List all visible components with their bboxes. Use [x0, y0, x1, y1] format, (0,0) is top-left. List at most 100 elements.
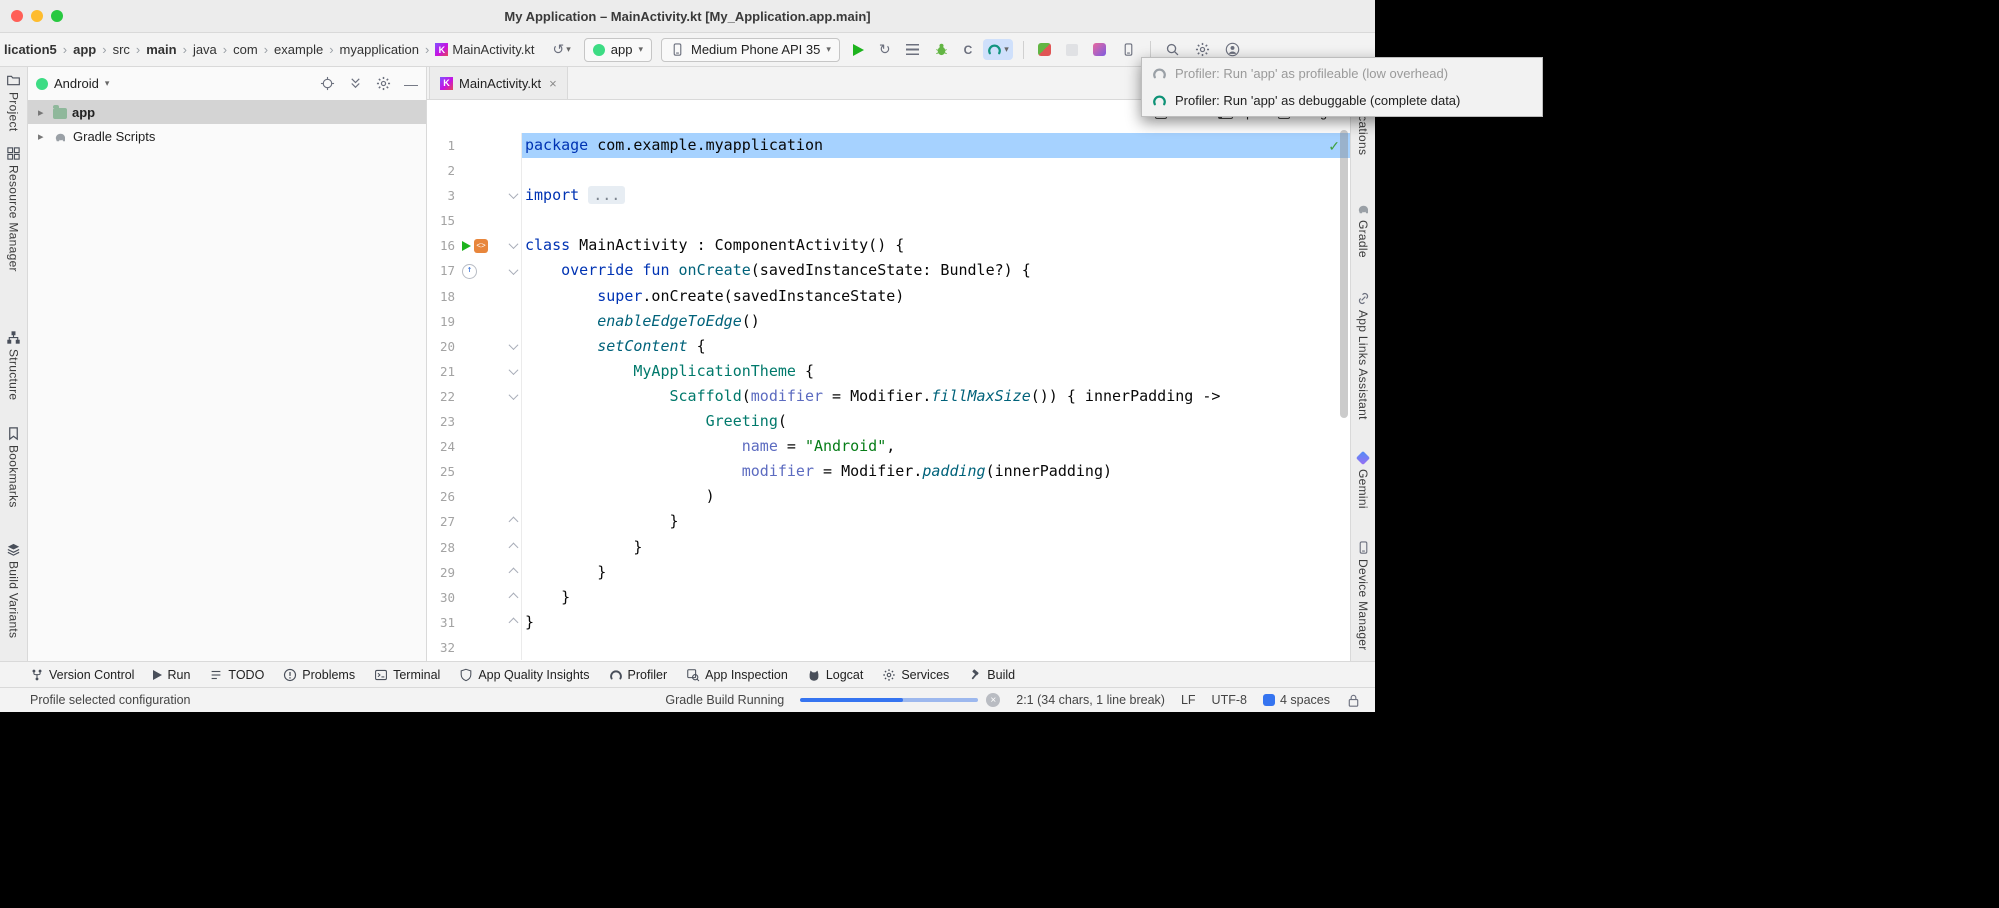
tool-stripe-gradle[interactable]: Gradle	[1356, 201, 1371, 258]
code-text[interactable]: Greeting(	[522, 409, 1350, 434]
tool-window-button-todo[interactable]: TODO	[209, 668, 264, 682]
tool-stripe-bookmarks[interactable]: Bookmarks	[6, 426, 21, 508]
rerun-button[interactable]: ↻	[875, 38, 895, 61]
profiler-menu-item-profileable[interactable]: Profiler: Run 'app' as profileable (low …	[1142, 60, 1542, 87]
breadcrumb-item-myapplication[interactable]: myapplication	[338, 41, 422, 58]
fold-marker-icon[interactable]	[509, 365, 519, 375]
tool-stripe-device-manager[interactable]: Device Manager	[1356, 540, 1371, 651]
breadcrumb-item-src[interactable]: src	[111, 41, 132, 58]
breadcrumb-item-example[interactable]: example	[272, 41, 325, 58]
fold-marker-icon[interactable]	[509, 542, 519, 552]
code-text[interactable]: )	[522, 484, 1350, 509]
breadcrumb-item-mainactivity-kt[interactable]: KMainActivity.kt	[433, 41, 536, 58]
code-text[interactable]: }	[522, 585, 1350, 610]
device-select[interactable]: Medium Phone API 35 ▾	[661, 38, 840, 62]
tool-stripe-project[interactable]: Project	[6, 73, 21, 131]
panel-settings-button[interactable]	[376, 76, 391, 91]
hide-panel-button[interactable]: —	[404, 76, 418, 92]
expand-chevron-icon[interactable]: ▸	[38, 130, 48, 143]
tool-stripe-resource-manager[interactable]: Resource Manager	[6, 146, 21, 272]
tab-mainactivity[interactable]: K MainActivity.kt ×	[429, 67, 568, 99]
run-line-icon[interactable]	[462, 241, 471, 251]
editor-scrollbar[interactable]	[1340, 130, 1348, 418]
code-text[interactable]: package com.example.myapplication	[522, 133, 1350, 158]
debug-button[interactable]	[930, 39, 953, 60]
fold-marker-icon[interactable]	[509, 340, 519, 350]
code-text[interactable]: }	[522, 509, 1350, 534]
code-text[interactable]: super.onCreate(savedInstanceState)	[522, 284, 1350, 309]
code-text[interactable]: MyApplicationTheme {	[522, 359, 1350, 384]
tool-window-button-problems[interactable]: Problems	[283, 668, 355, 682]
encoding-widget[interactable]: UTF-8	[1212, 693, 1247, 707]
running-devices-button[interactable]	[1117, 39, 1140, 60]
fold-marker-icon[interactable]	[509, 517, 519, 527]
tool-window-button-app-quality-insights[interactable]: App Quality Insights	[459, 668, 589, 682]
code-text[interactable]: }	[522, 610, 1350, 635]
tool-stripe-structure[interactable]: Structure	[6, 330, 21, 400]
fold-marker-icon[interactable]	[509, 390, 519, 400]
fold-marker-icon[interactable]	[509, 189, 519, 199]
code-text[interactable]: modifier = Modifier.padding(innerPadding…	[522, 459, 1350, 484]
compose-preview-icon[interactable]: <>	[474, 239, 488, 253]
breadcrumb-item-java[interactable]: java	[191, 41, 219, 58]
fold-marker-icon[interactable]	[509, 617, 519, 627]
minimize-window-button[interactable]	[31, 10, 43, 22]
close-tab-icon[interactable]: ×	[549, 76, 557, 91]
layout-inspector-button[interactable]	[1089, 40, 1110, 59]
fold-marker-icon[interactable]	[509, 567, 519, 577]
override-method-icon[interactable]: ↑	[462, 264, 477, 279]
code-text[interactable]	[522, 635, 1350, 660]
profiler-button[interactable]: ▾	[983, 39, 1013, 60]
tool-stripe-gemini[interactable]: Gemini	[1356, 451, 1370, 509]
code-text[interactable]	[522, 208, 1350, 233]
sync-button[interactable]: ↺▾	[548, 38, 574, 61]
cancel-build-icon[interactable]: ×	[986, 693, 1000, 707]
zoom-window-button[interactable]	[51, 10, 63, 22]
fold-marker-icon[interactable]	[509, 240, 519, 250]
code-text[interactable]: name = "Android",	[522, 434, 1350, 459]
line-ending-widget[interactable]: LF	[1181, 693, 1196, 707]
tool-window-button-terminal[interactable]: Terminal	[374, 668, 440, 682]
tool-window-button-run[interactable]: Run	[153, 668, 190, 682]
code-text[interactable]: import ...	[522, 183, 1350, 208]
tool-window-button-services[interactable]: Services	[882, 668, 949, 682]
fold-marker-icon[interactable]	[509, 592, 519, 602]
breadcrumb-item-main[interactable]: main	[144, 41, 178, 58]
run-configurations-button[interactable]	[902, 41, 923, 58]
project-view-selector[interactable]: Android ▾	[36, 76, 109, 91]
code-text[interactable]: }	[522, 560, 1350, 585]
fold-marker-icon[interactable]	[509, 265, 519, 275]
profiler-menu-item-debuggable[interactable]: Profiler: Run 'app' as debuggable (compl…	[1142, 87, 1542, 114]
lock-icon[interactable]	[1346, 693, 1361, 708]
run-config-select[interactable]: app ▾	[584, 38, 652, 62]
code-text[interactable]: class MainActivity : ComponentActivity()…	[522, 233, 1350, 258]
tool-window-button-build[interactable]: Build	[968, 668, 1015, 682]
code-editor[interactable]: 1package com.example.myapplication23impo…	[427, 100, 1350, 661]
indent-widget[interactable]: 4 spaces	[1263, 693, 1330, 707]
stop-button[interactable]	[1062, 41, 1082, 59]
breadcrumb-item-com[interactable]: com	[231, 41, 260, 58]
close-window-button[interactable]	[11, 10, 23, 22]
caret-position[interactable]: 2:1 (34 chars, 1 line break)	[1016, 693, 1165, 707]
project-tree-item-gradle-scripts[interactable]: ▸Gradle Scripts	[28, 124, 426, 148]
tool-stripe-app-links-assistant[interactable]: App Links Assistant	[1356, 291, 1371, 420]
attach-debugger-button[interactable]	[1034, 40, 1055, 59]
expand-chevron-icon[interactable]: ▸	[38, 106, 48, 119]
code-text[interactable]: setContent {	[522, 334, 1350, 359]
code-text[interactable]: enableEdgeToEdge()	[522, 309, 1350, 334]
inspections-ok-icon[interactable]: ✓	[1328, 138, 1340, 155]
tool-stripe-build-variants[interactable]: Build Variants	[6, 542, 21, 638]
code-text[interactable]	[522, 158, 1350, 183]
code-text[interactable]: }	[522, 535, 1350, 560]
collapse-all-button[interactable]	[348, 76, 363, 91]
project-tree-item-app[interactable]: ▸app	[28, 100, 426, 124]
tool-window-button-profiler[interactable]: Profiler	[609, 668, 668, 682]
tool-window-button-logcat[interactable]: Logcat	[807, 668, 864, 682]
apply-code-changes-button[interactable]: C	[960, 40, 977, 60]
tool-window-button-version-control[interactable]: Version Control	[30, 668, 134, 682]
breadcrumb-item-lication5[interactable]: lication5	[2, 41, 59, 58]
code-text[interactable]: Scaffold(modifier = Modifier.fillMaxSize…	[522, 384, 1350, 409]
locate-button[interactable]	[320, 76, 335, 91]
code-text[interactable]: override fun onCreate(savedInstanceState…	[522, 258, 1350, 283]
run-button[interactable]	[849, 41, 868, 59]
